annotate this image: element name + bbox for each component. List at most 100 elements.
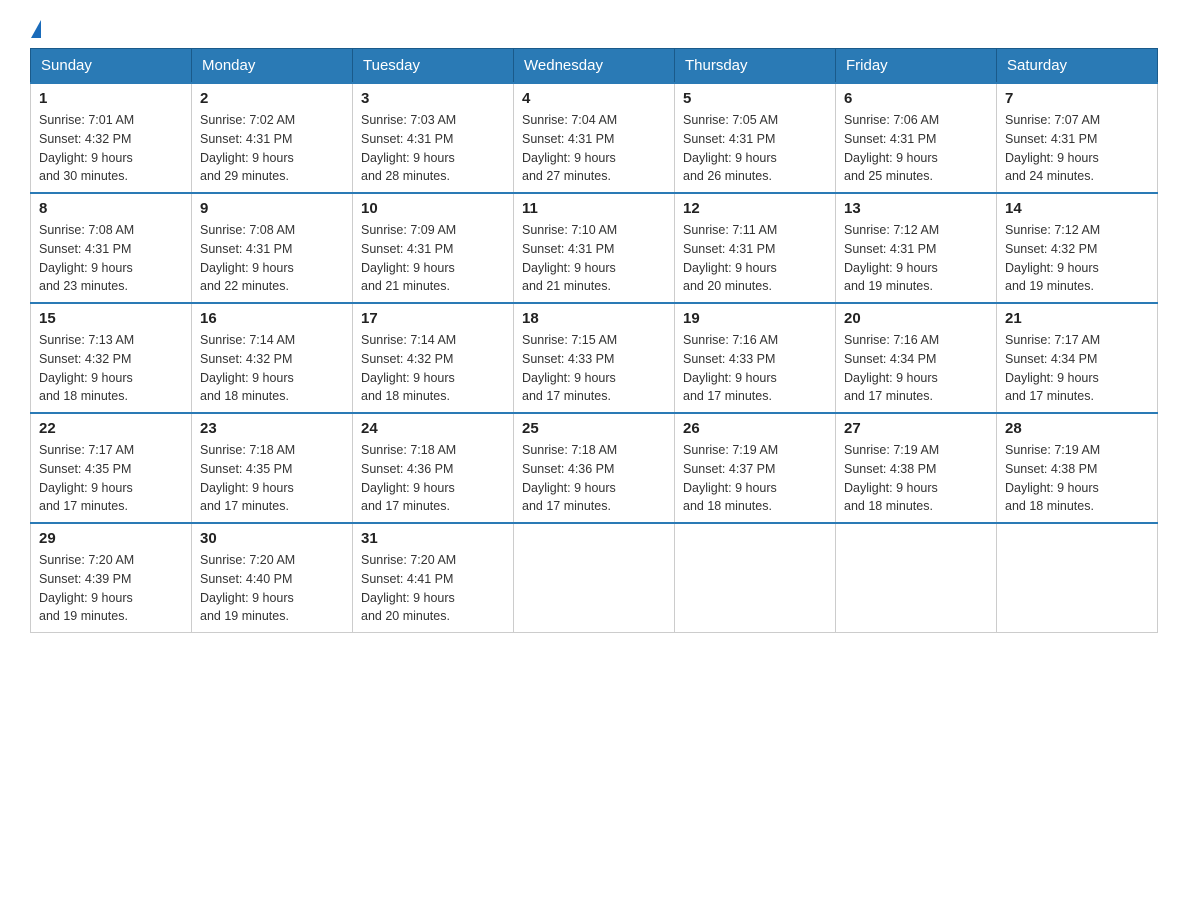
- day-cell-7: 7 Sunrise: 7:07 AMSunset: 4:31 PMDaylight…: [997, 83, 1158, 193]
- day-info-3: Sunrise: 7:03 AMSunset: 4:31 PMDaylight:…: [361, 111, 505, 186]
- day-info-27: Sunrise: 7:19 AMSunset: 4:38 PMDaylight:…: [844, 441, 988, 516]
- day-info-12: Sunrise: 7:11 AMSunset: 4:31 PMDaylight:…: [683, 221, 827, 296]
- day-cell-21: 21Sunrise: 7:17 AMSunset: 4:34 PMDayligh…: [997, 303, 1158, 413]
- day-number-14: 14: [1005, 200, 1149, 217]
- day-cell-6: 6 Sunrise: 7:06 AMSunset: 4:31 PMDaylight…: [836, 83, 997, 193]
- day-number-3: 3: [361, 90, 505, 107]
- day-number-10: 10: [361, 200, 505, 217]
- day-info-25: Sunrise: 7:18 AMSunset: 4:36 PMDaylight:…: [522, 441, 666, 516]
- day-info-28: Sunrise: 7:19 AMSunset: 4:38 PMDaylight:…: [1005, 441, 1149, 516]
- week-row-3: 15 Sunrise: 7:13 AMSunset: 4:32 PMDayligh…: [31, 303, 1158, 413]
- day-number-24: 24: [361, 420, 505, 437]
- day-number-26: 26: [683, 420, 827, 437]
- weekday-header-wednesday: Wednesday: [514, 49, 675, 84]
- day-cell-29: 29Sunrise: 7:20 AMSunset: 4:39 PMDayligh…: [31, 523, 192, 633]
- day-number-8: 8: [39, 200, 183, 217]
- empty-cell: [675, 523, 836, 633]
- day-cell-11: 11 Sunrise: 7:10 AMSunset: 4:31 PMDayligh…: [514, 193, 675, 303]
- calendar-table: SundayMondayTuesdayWednesdayThursdayFrid…: [30, 48, 1158, 633]
- day-cell-22: 22 Sunrise: 7:17 AMSunset: 4:35 PMDayligh…: [31, 413, 192, 523]
- day-number-6: 6: [844, 90, 988, 107]
- day-info-1: Sunrise: 7:01 AMSunset: 4:32 PMDaylight:…: [39, 111, 183, 186]
- day-cell-19: 19 Sunrise: 7:16 AMSunset: 4:33 PMDayligh…: [675, 303, 836, 413]
- day-cell-18: 18 Sunrise: 7:15 AMSunset: 4:33 PMDayligh…: [514, 303, 675, 413]
- day-info-29: Sunrise: 7:20 AMSunset: 4:39 PMDaylight:…: [39, 551, 183, 626]
- day-number-12: 12: [683, 200, 827, 217]
- day-number-22: 22: [39, 420, 183, 437]
- day-info-24: Sunrise: 7:18 AMSunset: 4:36 PMDaylight:…: [361, 441, 505, 516]
- day-cell-13: 13Sunrise: 7:12 AMSunset: 4:31 PMDayligh…: [836, 193, 997, 303]
- week-row-2: 8 Sunrise: 7:08 AMSunset: 4:31 PMDaylight…: [31, 193, 1158, 303]
- logo-triangle-icon: [31, 20, 41, 38]
- empty-cell: [514, 523, 675, 633]
- day-info-2: Sunrise: 7:02 AMSunset: 4:31 PMDaylight:…: [200, 111, 344, 186]
- day-number-11: 11: [522, 200, 666, 217]
- day-info-15: Sunrise: 7:13 AMSunset: 4:32 PMDaylight:…: [39, 331, 183, 406]
- day-number-20: 20: [844, 310, 988, 327]
- day-info-10: Sunrise: 7:09 AMSunset: 4:31 PMDaylight:…: [361, 221, 505, 296]
- weekday-header-friday: Friday: [836, 49, 997, 84]
- day-number-30: 30: [200, 530, 344, 547]
- day-cell-31: 31 Sunrise: 7:20 AMSunset: 4:41 PMDayligh…: [353, 523, 514, 633]
- day-info-18: Sunrise: 7:15 AMSunset: 4:33 PMDaylight:…: [522, 331, 666, 406]
- day-cell-12: 12 Sunrise: 7:11 AMSunset: 4:31 PMDayligh…: [675, 193, 836, 303]
- day-info-20: Sunrise: 7:16 AMSunset: 4:34 PMDaylight:…: [844, 331, 988, 406]
- page-header: [30, 20, 1158, 38]
- day-cell-1: 1 Sunrise: 7:01 AMSunset: 4:32 PMDaylight…: [31, 83, 192, 193]
- day-number-2: 2: [200, 90, 344, 107]
- day-number-31: 31: [361, 530, 505, 547]
- day-info-23: Sunrise: 7:18 AMSunset: 4:35 PMDaylight:…: [200, 441, 344, 516]
- day-info-14: Sunrise: 7:12 AMSunset: 4:32 PMDaylight:…: [1005, 221, 1149, 296]
- day-cell-9: 9Sunrise: 7:08 AMSunset: 4:31 PMDaylight…: [192, 193, 353, 303]
- day-number-21: 21: [1005, 310, 1149, 327]
- day-number-19: 19: [683, 310, 827, 327]
- day-info-9: Sunrise: 7:08 AMSunset: 4:31 PMDaylight:…: [200, 221, 344, 296]
- day-number-17: 17: [361, 310, 505, 327]
- day-cell-16: 16 Sunrise: 7:14 AMSunset: 4:32 PMDayligh…: [192, 303, 353, 413]
- weekday-header-saturday: Saturday: [997, 49, 1158, 84]
- day-number-28: 28: [1005, 420, 1149, 437]
- logo: [30, 20, 43, 38]
- day-number-16: 16: [200, 310, 344, 327]
- day-info-6: Sunrise: 7:06 AMSunset: 4:31 PMDaylight:…: [844, 111, 988, 186]
- weekday-header-tuesday: Tuesday: [353, 49, 514, 84]
- day-info-7: Sunrise: 7:07 AMSunset: 4:31 PMDaylight:…: [1005, 111, 1149, 186]
- weekday-header-sunday: Sunday: [31, 49, 192, 84]
- day-number-7: 7: [1005, 90, 1149, 107]
- day-number-18: 18: [522, 310, 666, 327]
- day-cell-25: 25 Sunrise: 7:18 AMSunset: 4:36 PMDayligh…: [514, 413, 675, 523]
- week-row-4: 22 Sunrise: 7:17 AMSunset: 4:35 PMDayligh…: [31, 413, 1158, 523]
- day-info-26: Sunrise: 7:19 AMSunset: 4:37 PMDaylight:…: [683, 441, 827, 516]
- day-info-4: Sunrise: 7:04 AMSunset: 4:31 PMDaylight:…: [522, 111, 666, 186]
- day-info-19: Sunrise: 7:16 AMSunset: 4:33 PMDaylight:…: [683, 331, 827, 406]
- day-cell-3: 3 Sunrise: 7:03 AMSunset: 4:31 PMDaylight…: [353, 83, 514, 193]
- day-cell-5: 5Sunrise: 7:05 AMSunset: 4:31 PMDaylight…: [675, 83, 836, 193]
- day-cell-23: 23 Sunrise: 7:18 AMSunset: 4:35 PMDayligh…: [192, 413, 353, 523]
- weekday-header-thursday: Thursday: [675, 49, 836, 84]
- day-info-13: Sunrise: 7:12 AMSunset: 4:31 PMDaylight:…: [844, 221, 988, 296]
- week-row-1: 1 Sunrise: 7:01 AMSunset: 4:32 PMDaylight…: [31, 83, 1158, 193]
- day-cell-4: 4 Sunrise: 7:04 AMSunset: 4:31 PMDaylight…: [514, 83, 675, 193]
- day-info-22: Sunrise: 7:17 AMSunset: 4:35 PMDaylight:…: [39, 441, 183, 516]
- day-number-27: 27: [844, 420, 988, 437]
- day-info-8: Sunrise: 7:08 AMSunset: 4:31 PMDaylight:…: [39, 221, 183, 296]
- day-info-11: Sunrise: 7:10 AMSunset: 4:31 PMDaylight:…: [522, 221, 666, 296]
- day-cell-15: 15 Sunrise: 7:13 AMSunset: 4:32 PMDayligh…: [31, 303, 192, 413]
- day-info-17: Sunrise: 7:14 AMSunset: 4:32 PMDaylight:…: [361, 331, 505, 406]
- weekday-header-row: SundayMondayTuesdayWednesdayThursdayFrid…: [31, 49, 1158, 84]
- day-number-23: 23: [200, 420, 344, 437]
- day-number-4: 4: [522, 90, 666, 107]
- week-row-5: 29Sunrise: 7:20 AMSunset: 4:39 PMDayligh…: [31, 523, 1158, 633]
- day-number-15: 15: [39, 310, 183, 327]
- day-cell-8: 8 Sunrise: 7:08 AMSunset: 4:31 PMDaylight…: [31, 193, 192, 303]
- day-cell-27: 27 Sunrise: 7:19 AMSunset: 4:38 PMDayligh…: [836, 413, 997, 523]
- day-number-25: 25: [522, 420, 666, 437]
- day-info-30: Sunrise: 7:20 AMSunset: 4:40 PMDaylight:…: [200, 551, 344, 626]
- day-cell-14: 14 Sunrise: 7:12 AMSunset: 4:32 PMDayligh…: [997, 193, 1158, 303]
- day-cell-10: 10 Sunrise: 7:09 AMSunset: 4:31 PMDayligh…: [353, 193, 514, 303]
- day-cell-24: 24 Sunrise: 7:18 AMSunset: 4:36 PMDayligh…: [353, 413, 514, 523]
- day-info-31: Sunrise: 7:20 AMSunset: 4:41 PMDaylight:…: [361, 551, 505, 626]
- day-number-1: 1: [39, 90, 183, 107]
- day-info-16: Sunrise: 7:14 AMSunset: 4:32 PMDaylight:…: [200, 331, 344, 406]
- day-info-5: Sunrise: 7:05 AMSunset: 4:31 PMDaylight:…: [683, 111, 827, 186]
